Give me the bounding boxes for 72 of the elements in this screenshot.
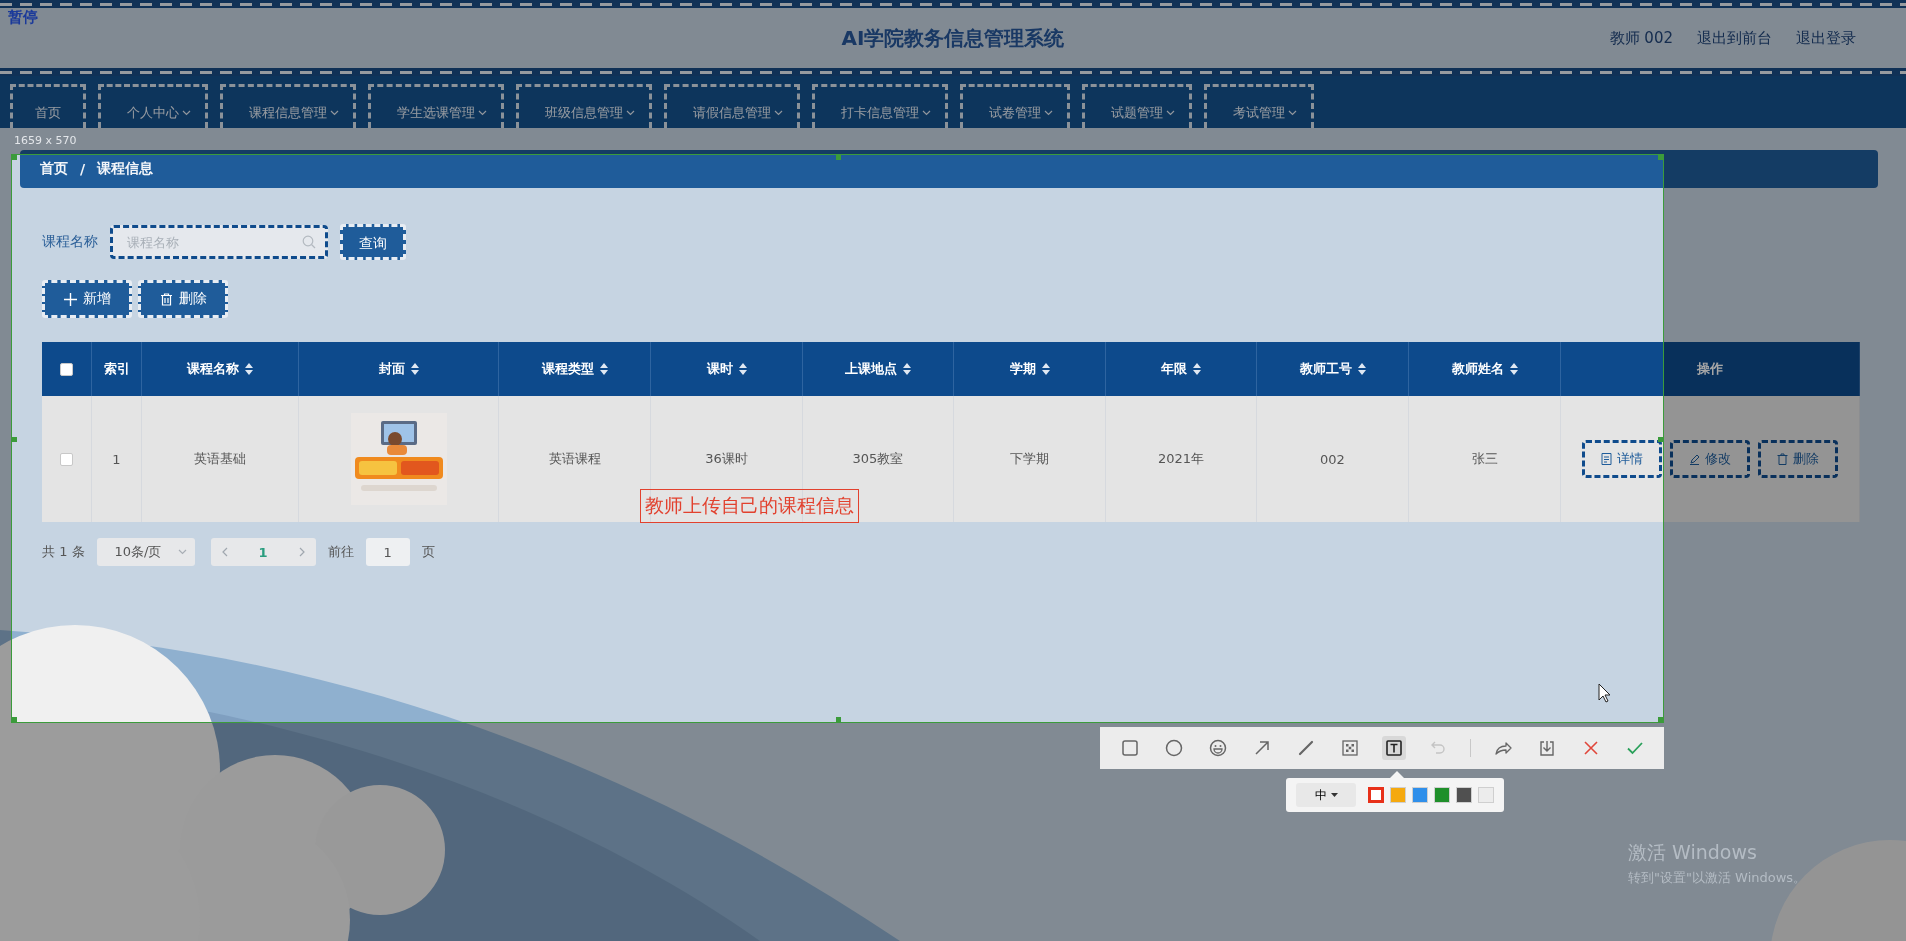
nav-tab[interactable]: 试卷管理 xyxy=(960,84,1070,128)
color-swatch[interactable] xyxy=(1368,787,1384,803)
table-cell: 下学期 xyxy=(954,396,1106,522)
pencil-icon xyxy=(1689,453,1700,465)
sort-icon[interactable] xyxy=(599,363,608,375)
selection-size: 1659 x 570 xyxy=(14,134,77,147)
detail-button[interactable]: 详情 xyxy=(1582,440,1662,478)
field-label: 课程名称 xyxy=(42,233,98,251)
table-cell: 002 xyxy=(1257,396,1409,522)
page-size-select[interactable]: 10条/页 xyxy=(96,538,195,566)
caret-icon xyxy=(774,109,783,116)
caret-icon xyxy=(1288,109,1297,116)
recording-status: 暂停 xyxy=(8,8,38,27)
nav-tab[interactable]: 首页 xyxy=(10,84,86,128)
total-count: 共 1 条 xyxy=(42,543,85,561)
trash-icon xyxy=(1777,453,1788,465)
search-icon xyxy=(302,235,316,249)
nav-tab[interactable]: 试题管理 xyxy=(1082,84,1192,128)
table-cell: 1 xyxy=(92,396,142,522)
caret-icon xyxy=(626,109,635,116)
page-suffix: 页 xyxy=(421,543,435,561)
app-title: AI学院教务信息管理系统 xyxy=(841,24,1065,52)
add-button[interactable]: 新增 xyxy=(42,280,132,318)
caret-icon xyxy=(330,109,339,116)
size-dropdown[interactable]: 中 xyxy=(1296,783,1356,807)
breadcrumb-item[interactable]: 课程信息 xyxy=(97,160,154,178)
sort-icon[interactable] xyxy=(410,363,419,375)
breadcrumb-item[interactable]: 首页 xyxy=(40,160,68,178)
caret-icon xyxy=(478,109,487,116)
header-link[interactable]: 退出到前台 xyxy=(1697,28,1772,48)
caret-icon xyxy=(1044,109,1053,116)
nav-tab[interactable]: 班级信息管理 xyxy=(516,84,652,128)
selection-frame[interactable] xyxy=(11,154,1664,723)
search-field[interactable]: 课程名称 xyxy=(110,225,328,259)
caret-icon xyxy=(182,109,191,116)
breadcrumb-separator: / xyxy=(80,161,86,177)
trash-icon xyxy=(159,292,173,306)
nav-tab[interactable]: 课程信息管理 xyxy=(220,84,356,128)
table-cell: 英语基础 xyxy=(142,396,299,522)
sort-icon[interactable] xyxy=(1357,363,1366,375)
cursor-icon xyxy=(1598,683,1611,703)
sort-icon[interactable] xyxy=(245,363,253,375)
edit-button[interactable]: 修改 xyxy=(1670,440,1750,478)
header-link[interactable]: 退出登录 xyxy=(1796,28,1856,48)
checkbox[interactable] xyxy=(60,452,73,466)
nav-tab[interactable]: 考试管理 xyxy=(1204,84,1314,128)
checkbox[interactable] xyxy=(60,362,73,376)
goto-label: 前往 xyxy=(327,543,354,561)
nav-tab[interactable]: 学生选课管理 xyxy=(368,84,504,128)
sort-icon[interactable] xyxy=(1193,363,1201,375)
sort-icon[interactable] xyxy=(738,363,747,375)
delete-button[interactable]: 删除 xyxy=(138,280,228,318)
caret-icon xyxy=(922,109,931,116)
header-link[interactable]: 教师 002 xyxy=(1609,28,1673,48)
document-icon xyxy=(1601,453,1612,465)
page-number[interactable]: 1 xyxy=(250,544,276,560)
delete-button[interactable]: 删除 xyxy=(1758,440,1838,478)
nav-tab[interactable]: 个人中心 xyxy=(98,84,208,128)
page-input[interactable]: 1 xyxy=(365,538,410,566)
caret-icon xyxy=(177,549,187,555)
table-cell: 2021年 xyxy=(1106,396,1257,522)
table-cell: 张三 xyxy=(1409,396,1561,522)
sort-icon[interactable] xyxy=(1041,363,1050,375)
sort-icon[interactable] xyxy=(1509,363,1518,375)
sort-icon[interactable] xyxy=(903,363,911,375)
nav-tab[interactable]: 请假信息管理 xyxy=(664,84,800,128)
caret-icon xyxy=(1330,793,1338,797)
caret-icon xyxy=(1166,109,1175,116)
query-button[interactable]: 查询 xyxy=(340,224,406,260)
nav-tab[interactable]: 打卡信息管理 xyxy=(812,84,948,128)
text-icon[interactable] xyxy=(1381,736,1406,760)
plus-icon xyxy=(63,292,77,306)
